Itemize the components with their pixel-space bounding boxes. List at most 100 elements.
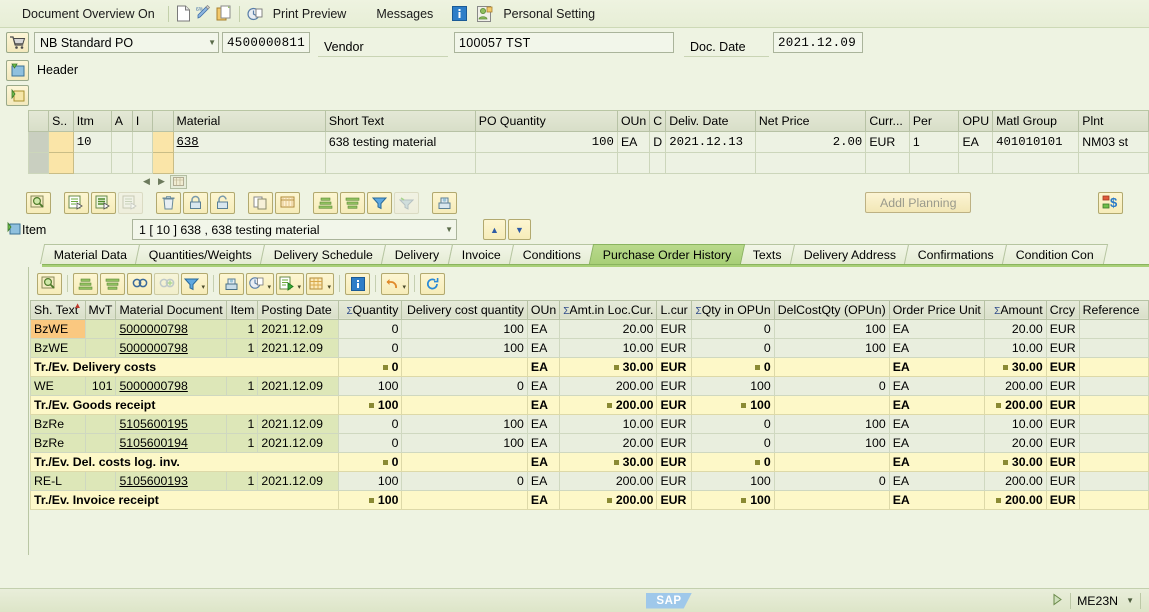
hist-cell-delivery-cost-qty-opun[interactable]: 100 bbox=[773, 337, 890, 358]
hist-col-material-document[interactable]: Material Document bbox=[115, 299, 227, 320]
hist-cell-local-currency[interactable]: EUR bbox=[656, 337, 692, 358]
find-icon[interactable] bbox=[127, 272, 152, 295]
hist-cell-item[interactable]: 1 bbox=[225, 375, 259, 396]
add-item-icon[interactable] bbox=[64, 191, 89, 214]
tab-texts[interactable]: Texts bbox=[739, 243, 797, 264]
cell-acct-assignment[interactable] bbox=[110, 151, 133, 174]
hist-col-reference[interactable]: Reference bbox=[1078, 299, 1149, 320]
hist-cell-qty-in-order-price-unit[interactable]: 100 bbox=[690, 470, 775, 491]
hist-cell-movement-type[interactable] bbox=[84, 337, 117, 358]
cell-net-price[interactable]: 2.00 bbox=[754, 130, 867, 153]
ov-col-order-price-unit[interactable]: OPU bbox=[958, 111, 994, 132]
hist-col-quantity[interactable]: ΣQuantity bbox=[337, 299, 403, 320]
hist-cell-local-currency[interactable]: EUR bbox=[656, 470, 692, 491]
ov-col-select-all-icon[interactable] bbox=[27, 111, 50, 132]
hist-cell-order-price-unit[interactable]: EA bbox=[888, 375, 986, 396]
details-icon[interactable] bbox=[37, 272, 62, 295]
tab-material-data[interactable]: Material Data bbox=[39, 243, 142, 264]
vendor-field[interactable]: 100057 TST bbox=[454, 32, 674, 53]
cell-delivery-date[interactable]: 2021.12.13 bbox=[665, 130, 756, 153]
hist-cell-reference[interactable] bbox=[1078, 432, 1149, 453]
other-purchase-order-icon[interactable] bbox=[214, 4, 234, 23]
cell-item[interactable]: 10 bbox=[72, 130, 112, 153]
cell-order-unit[interactable]: EA bbox=[616, 130, 651, 153]
hist-cell-amount-in-local-currency[interactable]: 20.00 bbox=[559, 432, 658, 453]
po-history-row[interactable]: BzRe 5105600194 1 2021.12.09 0 100 EA 20.00 EUR 0… bbox=[30, 432, 1149, 453]
hist-col-posting-date[interactable]: Posting Date bbox=[257, 299, 339, 320]
status-cell[interactable] bbox=[48, 151, 74, 174]
tab-quantities-weights[interactable]: Quantities/Weights bbox=[135, 243, 267, 264]
cell-category[interactable] bbox=[649, 151, 667, 174]
hist-cell-order-price-unit[interactable]: EA bbox=[888, 432, 986, 453]
export-icon[interactable]: ▾ bbox=[246, 272, 274, 295]
personal-setting-icon[interactable] bbox=[475, 4, 495, 23]
hist-cell-delivery-cost-quantity[interactable]: 100 bbox=[401, 413, 528, 434]
cell-per[interactable]: 1 bbox=[908, 130, 960, 153]
insert-row-icon[interactable] bbox=[91, 191, 116, 214]
cell-po-quantity[interactable]: 100 bbox=[474, 130, 618, 153]
hist-cell-currency[interactable]: EUR bbox=[1045, 432, 1080, 453]
hist-cell-order-unit[interactable]: EA bbox=[526, 432, 561, 453]
tab-delivery-address[interactable]: Delivery Address bbox=[789, 243, 911, 264]
print-icon[interactable] bbox=[432, 191, 457, 214]
unfilter-icon[interactable] bbox=[394, 191, 419, 214]
item-detail-icon[interactable] bbox=[6, 221, 22, 239]
hist-cell-qty-in-order-price-unit[interactable]: 0 bbox=[690, 413, 775, 434]
expand-item-overview-icon[interactable] bbox=[6, 84, 29, 106]
hist-cell-order-unit[interactable]: EA bbox=[526, 318, 561, 339]
hist-cell-order-price-unit[interactable]: EA bbox=[888, 470, 986, 491]
display-change-icon[interactable]: 6% bbox=[194, 4, 214, 23]
tab-purchase-order-history[interactable]: Purchase Order History bbox=[588, 243, 746, 264]
tab-condition-con[interactable]: Condition Con bbox=[1001, 243, 1109, 264]
material-document-link[interactable]: 5105600195 bbox=[119, 417, 187, 431]
cell-short-text[interactable] bbox=[324, 151, 476, 174]
hist-col-local-currency[interactable]: L.cur bbox=[656, 299, 692, 320]
hist-cell-delivery-cost-qty-opun[interactable]: 0 bbox=[773, 375, 890, 396]
hist-cell-amount[interactable]: 20.00 bbox=[984, 318, 1047, 339]
cell-item-category[interactable] bbox=[131, 151, 154, 174]
display-details-icon[interactable] bbox=[26, 191, 51, 214]
cell-item-category[interactable] bbox=[131, 130, 154, 153]
hist-cell-order-price-unit[interactable]: EA bbox=[888, 318, 986, 339]
material-document-link[interactable]: 5000000798 bbox=[119, 341, 187, 355]
hist-cell-item[interactable]: 1 bbox=[225, 432, 259, 453]
cell-plant[interactable]: NM03 st bbox=[1078, 130, 1149, 153]
hist-cell-order-unit[interactable]: EA bbox=[526, 375, 561, 396]
hist-cell-material-document[interactable]: 5105600193 bbox=[115, 470, 227, 491]
ov-col-category[interactable]: C bbox=[649, 111, 667, 132]
material-document-link[interactable]: 5105600194 bbox=[119, 436, 187, 450]
personal-setting-button[interactable]: Personal Setting bbox=[495, 7, 603, 21]
hist-cell-short-text[interactable]: BzRe bbox=[30, 432, 86, 453]
cell-material[interactable] bbox=[172, 151, 326, 174]
hist-cell-material-document[interactable]: 5000000798 bbox=[115, 337, 227, 358]
ov-col-order-unit[interactable]: OUn bbox=[616, 111, 651, 132]
chevron-down-icon[interactable]: ▾ bbox=[267, 283, 271, 291]
po-number-field[interactable]: 4500000811 bbox=[222, 32, 310, 53]
hist-cell-local-currency[interactable]: EUR bbox=[656, 375, 692, 396]
hist-cell-currency[interactable]: EUR bbox=[1045, 337, 1080, 358]
row-select-cell[interactable] bbox=[27, 130, 50, 153]
scroll-right-icon[interactable]: ▶ bbox=[155, 175, 168, 189]
po-history-total-row[interactable]: Tr./Ev. Invoice receipt 100 EA 200.00 EUR 100… bbox=[30, 489, 1149, 510]
cell-currency[interactable] bbox=[865, 151, 910, 174]
hist-cell-amount[interactable]: 20.00 bbox=[984, 432, 1047, 453]
delete-icon[interactable] bbox=[156, 191, 181, 214]
po-history-total-row[interactable]: Tr./Ev. Goods receipt 100 EA 200.00 EUR 100 EA… bbox=[30, 394, 1149, 415]
hist-cell-qty-in-order-price-unit[interactable]: 0 bbox=[690, 318, 775, 339]
next-item-icon[interactable]: ▼ bbox=[508, 219, 531, 240]
cell-material-group[interactable] bbox=[992, 151, 1080, 174]
hist-cell-posting-date[interactable]: 2021.12.09 bbox=[257, 375, 339, 396]
hist-cell-quantity[interactable]: 0 bbox=[337, 432, 403, 453]
sort-descending-icon[interactable] bbox=[340, 191, 365, 214]
chevron-down-icon[interactable]: ▾ bbox=[327, 283, 331, 291]
ov-col-item-category[interactable]: I bbox=[131, 111, 154, 132]
tab-invoice[interactable]: Invoice bbox=[447, 243, 515, 264]
collapse-header-icon[interactable] bbox=[6, 59, 29, 81]
hist-cell-short-text[interactable]: BzWE bbox=[30, 318, 86, 339]
po-history-row[interactable]: BzRe 5105600195 1 2021.12.09 0 100 EA 10.00 EUR 0… bbox=[30, 413, 1149, 434]
hist-cell-delivery-cost-quantity[interactable]: 100 bbox=[401, 337, 528, 358]
cell-category[interactable]: D bbox=[649, 130, 667, 153]
status-cell[interactable] bbox=[48, 130, 74, 153]
hist-cell-posting-date[interactable]: 2021.12.09 bbox=[257, 470, 339, 491]
po-history-row[interactable]: WE 101 5000000798 1 2021.12.09 100 0 EA 200.00 EU… bbox=[30, 375, 1149, 396]
